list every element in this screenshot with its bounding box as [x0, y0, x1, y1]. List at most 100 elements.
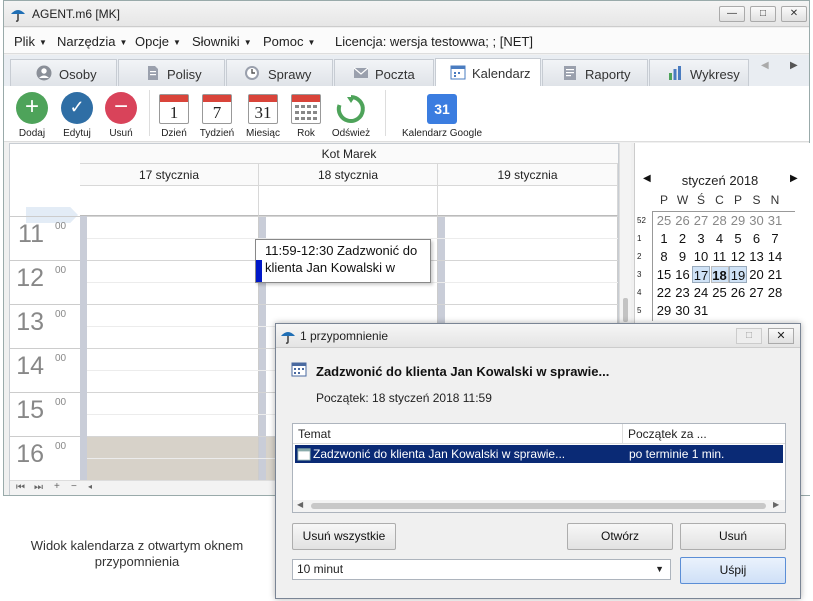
remove-all-button[interactable]: Usuń wszystkie — [292, 523, 396, 550]
last-icon[interactable]: ⏭ — [34, 482, 43, 493]
mini-calendar-day[interactable]: 31 — [692, 302, 710, 319]
all-day-cell[interactable] — [438, 186, 618, 216]
week-view-button[interactable]: 7 Tydzień — [197, 90, 237, 140]
mini-calendar-day[interactable]: 19 — [729, 266, 747, 283]
mini-calendar-day[interactable]: 3 — [692, 230, 710, 247]
mini-calendar-day[interactable]: 29 — [729, 212, 747, 229]
mini-calendar-day[interactable]: 5 — [729, 230, 747, 247]
mini-calendar-day[interactable]: 31 — [766, 212, 784, 229]
day-of-week-label: N — [770, 193, 780, 207]
hour-line — [87, 304, 618, 305]
horizontal-scrollbar[interactable]: ◀ ▶ — [293, 500, 785, 512]
mini-calendar-day[interactable]: 28 — [766, 284, 784, 301]
tab-scroll-left-icon[interactable]: ◀ — [761, 60, 769, 71]
scroll-right-icon[interactable]: ▶ — [773, 500, 779, 509]
month-view-button[interactable]: 31 Miesiąc — [242, 90, 284, 140]
all-day-cell[interactable] — [80, 186, 259, 216]
mini-calendar-day[interactable]: 1 — [655, 230, 673, 247]
mini-calendar-day[interactable]: 30 — [748, 212, 766, 229]
scrollbar-thumb[interactable] — [623, 298, 628, 322]
mini-calendar-day[interactable]: 25 — [711, 284, 729, 301]
mini-calendar-day[interactable]: 26 — [674, 212, 692, 229]
month-label: Miesiąc — [246, 128, 280, 139]
mini-calendar-day[interactable]: 2 — [674, 230, 692, 247]
mini-calendar-day[interactable]: 9 — [674, 248, 692, 265]
minimize-button[interactable]: — — [719, 6, 745, 22]
mini-calendar-day[interactable]: 15 — [655, 266, 673, 283]
scrollbar-thumb[interactable] — [311, 503, 766, 509]
menu-opcje-label: Opcje — [135, 34, 169, 49]
scroll-left-icon[interactable]: ◀ — [297, 500, 303, 509]
tab-polisy[interactable]: Polisy — [118, 59, 225, 86]
open-button[interactable]: Otwórz — [567, 523, 673, 550]
mini-calendar-day[interactable]: 18 — [710, 266, 729, 283]
year-view-button[interactable]: Rok — [288, 90, 324, 140]
reminder-row[interactable]: Zadzwonić do klienta Jan Kowalski w spra… — [295, 445, 783, 463]
google-calendar-button[interactable]: 31 Kalendarz Google — [398, 90, 486, 140]
add-button[interactable]: + Dodaj — [12, 90, 52, 140]
menu-plik[interactable]: Plik ▼ — [14, 34, 47, 49]
remove-button[interactable]: − Usuń — [101, 90, 141, 140]
day-header[interactable]: 19 stycznia — [438, 164, 618, 186]
mini-calendar-day[interactable]: 27 — [692, 212, 710, 229]
day-view-button[interactable]: 1 Dzień — [156, 90, 192, 140]
tab-sprawy[interactable]: Sprawy — [226, 59, 333, 86]
menu-pomoc[interactable]: Pomoc ▼ — [263, 34, 315, 49]
column-header-start[interactable]: Początek za ... — [623, 424, 785, 444]
mini-calendar-day[interactable]: 8 — [655, 248, 673, 265]
mini-calendar-day[interactable]: 16 — [674, 266, 692, 283]
day-header[interactable]: 18 stycznia — [259, 164, 438, 186]
mini-calendar-day[interactable]: 7 — [766, 230, 784, 247]
day-header[interactable]: 17 stycznia — [80, 164, 259, 186]
remove-icon[interactable]: − — [71, 481, 77, 492]
mini-calendar-day[interactable]: 22 — [655, 284, 673, 301]
tab-osoby[interactable]: Osoby — [10, 59, 117, 86]
menu-opcje[interactable]: Opcje ▼ — [135, 34, 181, 49]
tab-kalendarz[interactable]: Kalendarz — [435, 58, 541, 86]
mini-calendar-day[interactable]: 20 — [748, 266, 766, 283]
mini-calendar-day[interactable]: 14 — [766, 248, 784, 265]
calendar-year-icon — [291, 94, 321, 124]
snooze-duration-select[interactable]: 10 minut ▼ — [292, 559, 671, 580]
mini-calendar-day[interactable]: 6 — [748, 230, 766, 247]
mini-calendar-day[interactable]: 24 — [692, 284, 710, 301]
first-icon[interactable]: ⏮ — [16, 482, 25, 493]
mini-calendar-day[interactable]: 23 — [674, 284, 692, 301]
mini-calendar-day[interactable]: 12 — [729, 248, 747, 265]
remove-label: Usuń — [109, 128, 133, 139]
scroll-left-icon[interactable]: ◂ — [88, 482, 92, 491]
edit-button[interactable]: ✓ Edytuj — [56, 90, 98, 140]
reminder-row-start: po terminie 1 min. — [629, 447, 725, 461]
mini-calendar-day[interactable]: 26 — [729, 284, 747, 301]
dialog-title-bar: 1 przypomnienie □ ✕ — [276, 324, 800, 348]
dialog-maximize-button[interactable]: □ — [736, 328, 762, 344]
add-icon[interactable]: + — [54, 481, 60, 492]
tab-wykresy[interactable]: Wykresy — [649, 59, 749, 86]
tab-poczta[interactable]: Poczta — [334, 59, 434, 86]
snooze-button[interactable]: Uśpij — [680, 557, 786, 584]
mini-calendar-day[interactable]: 4 — [711, 230, 729, 247]
chevron-down-icon: ▼ — [119, 38, 128, 47]
mini-calendar-day[interactable]: 10 — [692, 248, 710, 265]
mini-calendar-day[interactable]: 27 — [748, 284, 766, 301]
mini-calendar-day[interactable]: 21 — [766, 266, 784, 283]
menu-slowniki[interactable]: Słowniki ▼ — [192, 34, 252, 49]
all-day-cell[interactable] — [259, 186, 438, 216]
remove-reminder-button[interactable]: Usuń — [680, 523, 786, 550]
close-button[interactable]: ✕ — [781, 6, 807, 22]
maximize-button[interactable]: □ — [750, 6, 776, 22]
menu-narzedzia[interactable]: Narzędzia ▼ — [57, 34, 127, 49]
mini-calendar-day[interactable]: 17 — [692, 266, 710, 283]
dialog-close-button[interactable]: ✕ — [768, 328, 794, 344]
mini-calendar-day[interactable]: 11 — [711, 248, 729, 265]
tab-raporty[interactable]: Raporty — [542, 59, 648, 86]
column-header-subject[interactable]: Temat — [293, 424, 623, 444]
refresh-button[interactable]: Odśwież — [329, 90, 373, 140]
mini-calendar-day[interactable]: 28 — [711, 212, 729, 229]
tab-scroll-right-icon[interactable]: ▶ — [790, 60, 798, 71]
calendar-event[interactable]: 11:59-12:30 Zadzwonić do klienta Jan Kow… — [255, 239, 431, 283]
mini-calendar-day[interactable]: 13 — [748, 248, 766, 265]
mini-calendar-day[interactable]: 25 — [655, 212, 673, 229]
mini-calendar-day[interactable]: 30 — [674, 302, 692, 319]
mini-calendar-day[interactable]: 29 — [655, 302, 673, 319]
